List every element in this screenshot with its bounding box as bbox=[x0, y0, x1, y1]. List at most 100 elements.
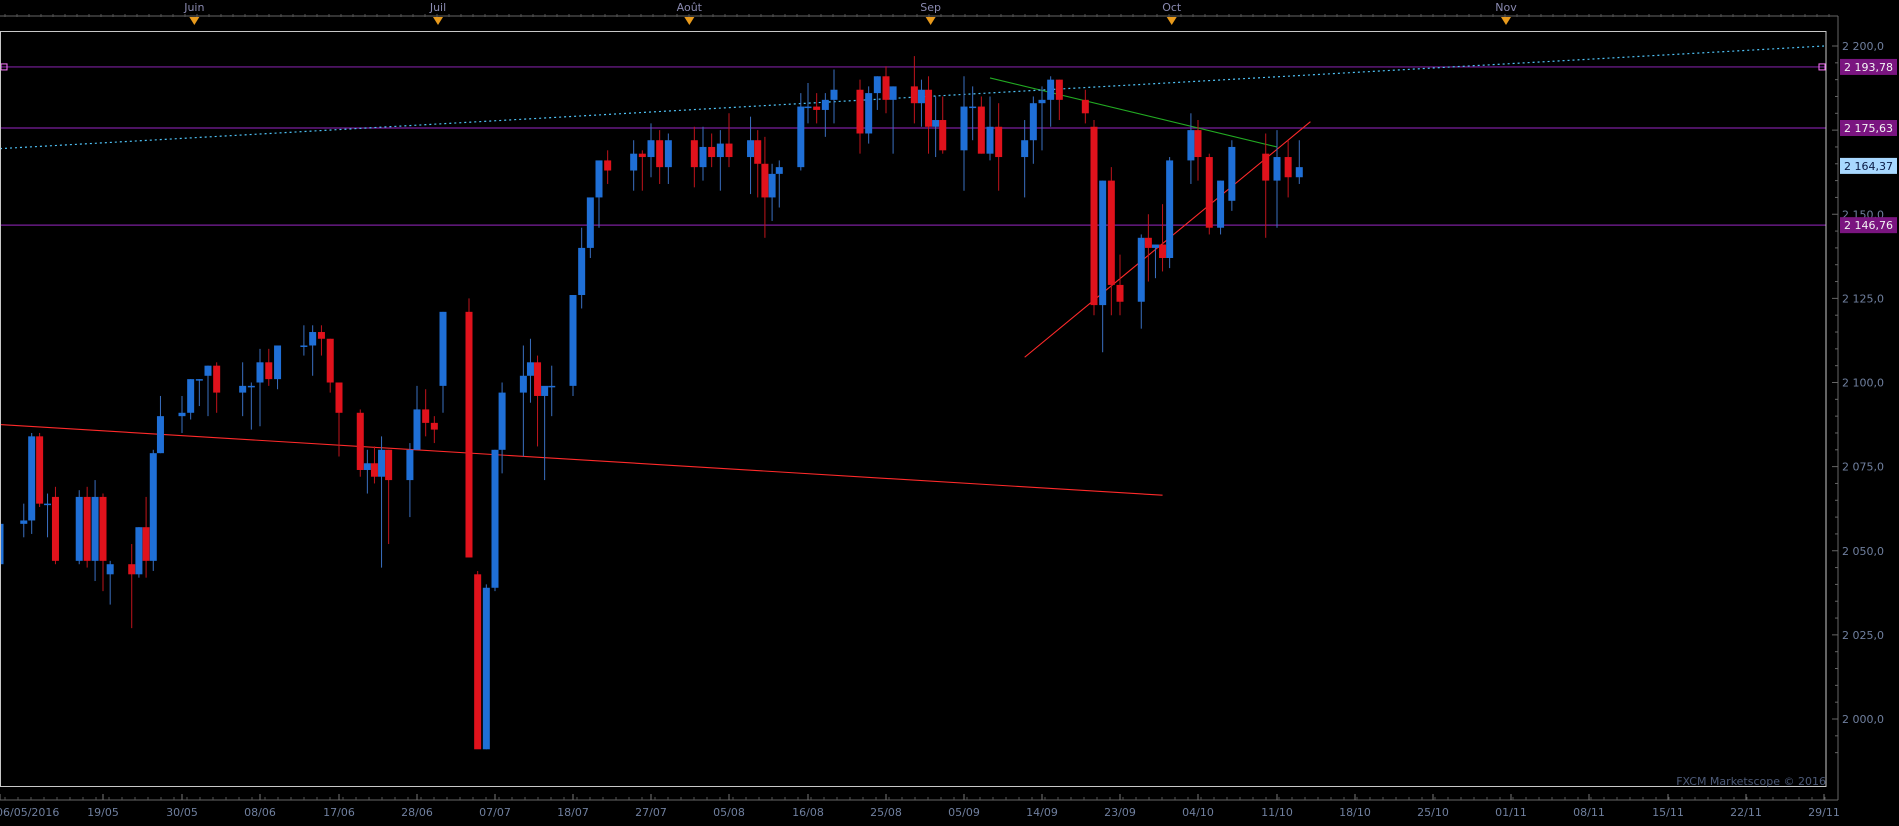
candle[interactable] bbox=[482, 584, 490, 750]
candle[interactable] bbox=[1166, 157, 1174, 269]
candle[interactable] bbox=[1090, 120, 1098, 316]
date-tick-label[interactable]: 18/07 bbox=[557, 806, 589, 819]
candle-body bbox=[135, 527, 143, 575]
candle-body bbox=[1284, 157, 1292, 178]
candle-body bbox=[1081, 99, 1089, 114]
candle-body bbox=[664, 140, 672, 168]
candle-body bbox=[1262, 153, 1270, 181]
candle[interactable] bbox=[28, 432, 36, 534]
candle[interactable] bbox=[491, 449, 499, 592]
date-tick-label[interactable]: 27/07 bbox=[635, 806, 667, 819]
candle-body bbox=[28, 436, 36, 521]
month-label[interactable]: Sep bbox=[920, 1, 941, 14]
candle-body bbox=[274, 345, 282, 380]
date-tick-label[interactable]: 25/08 bbox=[870, 806, 902, 819]
watermark: FXCM Marketscope © 2016 bbox=[1676, 775, 1826, 788]
candle-body bbox=[595, 160, 603, 198]
candle-body bbox=[821, 99, 829, 110]
candle[interactable] bbox=[51, 486, 59, 565]
month-label[interactable]: Août bbox=[677, 1, 703, 14]
candle-body bbox=[856, 89, 864, 134]
candle-body bbox=[178, 412, 186, 417]
candle[interactable] bbox=[356, 409, 364, 477]
candle-body bbox=[656, 140, 664, 168]
candle-body bbox=[1090, 126, 1098, 306]
candle-body bbox=[830, 89, 838, 100]
candle-body bbox=[526, 362, 534, 376]
candle[interactable] bbox=[75, 490, 83, 565]
month-label[interactable]: Juil bbox=[429, 1, 446, 14]
candle[interactable] bbox=[135, 527, 143, 578]
date-tick-label[interactable]: 11/10 bbox=[1261, 806, 1293, 819]
date-tick-label[interactable]: 07/07 bbox=[479, 806, 511, 819]
month-label[interactable]: Oct bbox=[1162, 1, 1182, 14]
candle-body bbox=[630, 153, 638, 171]
price-tick-label[interactable]: 2 200,0 bbox=[1842, 40, 1884, 53]
date-tick-label[interactable]: 08/06 bbox=[244, 806, 276, 819]
candle[interactable] bbox=[474, 570, 482, 750]
candle[interactable] bbox=[1228, 140, 1236, 211]
price-tick-label[interactable]: 2 050,0 bbox=[1842, 545, 1884, 558]
candle[interactable] bbox=[149, 449, 157, 571]
candle-body bbox=[356, 412, 364, 470]
candle-body bbox=[977, 106, 985, 154]
date-tick-label[interactable]: 17/06 bbox=[323, 806, 355, 819]
date-tick-label[interactable]: 14/09 bbox=[1026, 806, 1058, 819]
date-tick-label[interactable]: 05/08 bbox=[713, 806, 745, 819]
price-tick-label[interactable]: 2 075,0 bbox=[1842, 461, 1884, 474]
date-tick-label[interactable]: 28/06 bbox=[401, 806, 433, 819]
date-tick-label[interactable]: 22/11 bbox=[1730, 806, 1762, 819]
date-tick-label[interactable]: 16/08 bbox=[792, 806, 824, 819]
candle[interactable] bbox=[1205, 153, 1213, 235]
date-tick-label[interactable]: 19/05 bbox=[87, 806, 119, 819]
date-tick-label[interactable]: 29/11 bbox=[1808, 806, 1840, 819]
current-price-label-text: 2 164,37 bbox=[1844, 160, 1893, 173]
candle[interactable] bbox=[465, 298, 473, 558]
candle-body bbox=[865, 93, 873, 134]
price-tick-label[interactable]: 2 125,0 bbox=[1842, 292, 1884, 305]
candle-body bbox=[498, 392, 506, 450]
date-tick-label[interactable]: 05/09 bbox=[948, 806, 980, 819]
date-tick-label[interactable]: 06/05/2016 bbox=[0, 806, 59, 819]
candle-body bbox=[917, 89, 925, 104]
candle-body bbox=[519, 375, 527, 393]
candle-body bbox=[761, 163, 769, 198]
candle-body bbox=[604, 160, 612, 171]
candle-body bbox=[413, 409, 421, 450]
date-tick-label[interactable]: 30/05 bbox=[166, 806, 198, 819]
candle-body bbox=[578, 247, 586, 296]
candle-body bbox=[378, 449, 386, 477]
candle-body bbox=[638, 153, 646, 158]
price-tick-label[interactable]: 2 025,0 bbox=[1842, 629, 1884, 642]
candle-body bbox=[326, 338, 334, 383]
date-tick-label[interactable]: 04/10 bbox=[1182, 806, 1214, 819]
date-tick-label[interactable]: 18/10 bbox=[1339, 806, 1371, 819]
candle-body bbox=[725, 143, 733, 158]
candle-body bbox=[465, 311, 473, 558]
date-tick-label[interactable]: 08/11 bbox=[1573, 806, 1605, 819]
candle-body bbox=[247, 385, 255, 388]
candle-body bbox=[804, 106, 812, 109]
date-tick-label[interactable]: 01/11 bbox=[1495, 806, 1527, 819]
date-tick-label[interactable]: 15/11 bbox=[1652, 806, 1684, 819]
candle-body bbox=[213, 365, 221, 393]
month-label[interactable]: Juin bbox=[183, 1, 204, 14]
candle-body bbox=[300, 345, 308, 347]
candle[interactable] bbox=[36, 432, 44, 508]
candle[interactable] bbox=[83, 486, 91, 568]
candle-body bbox=[797, 106, 805, 168]
candle[interactable] bbox=[1217, 180, 1225, 235]
current-price-label: 2 164,37 bbox=[1840, 157, 1897, 174]
date-tick-label[interactable]: 25/10 bbox=[1417, 806, 1449, 819]
candle-body bbox=[1187, 130, 1195, 161]
candle[interactable] bbox=[569, 295, 577, 396]
candle-body bbox=[925, 89, 933, 127]
price-tick-label[interactable]: 2 100,0 bbox=[1842, 377, 1884, 390]
month-label[interactable]: Nov bbox=[1495, 1, 1517, 14]
date-tick-label[interactable]: 23/09 bbox=[1104, 806, 1136, 819]
candle-body bbox=[75, 496, 83, 561]
candle-body bbox=[106, 564, 114, 575]
candle-body bbox=[995, 126, 1003, 158]
price-tick-label[interactable]: 2 000,0 bbox=[1842, 713, 1884, 726]
candle-body bbox=[91, 496, 99, 561]
